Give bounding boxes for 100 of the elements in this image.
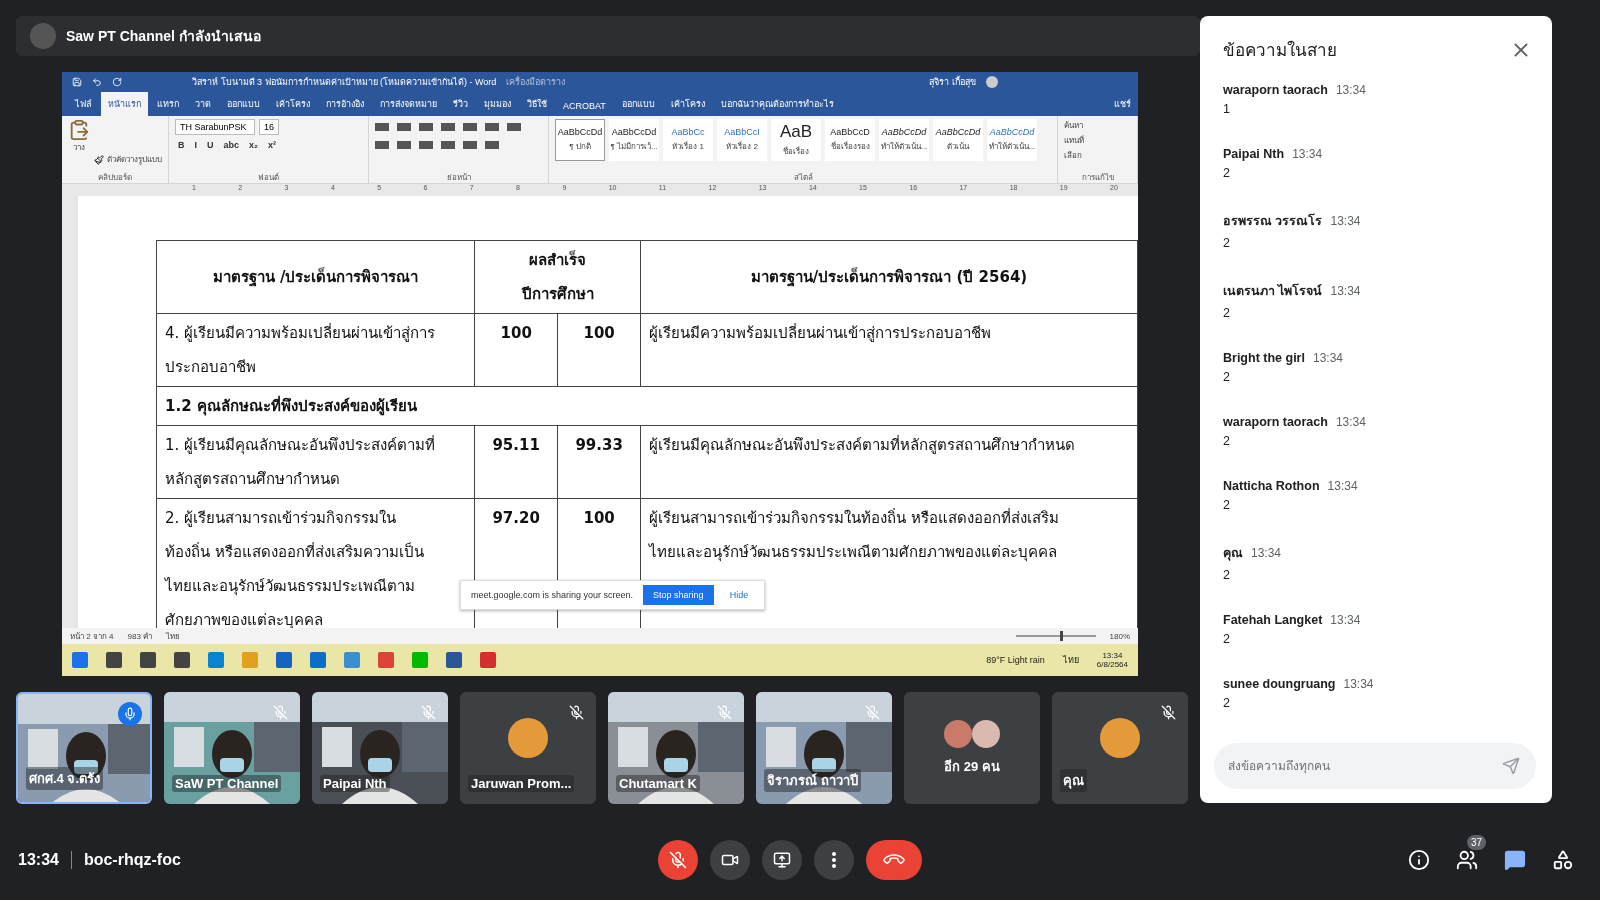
redo-icon[interactable] <box>112 77 122 87</box>
chat-title: ข้อความในสาย <box>1223 39 1337 62</box>
ribbon-tab[interactable]: ACROBAT <box>556 96 613 116</box>
activities-icon[interactable] <box>1552 849 1574 871</box>
chat-icon[interactable] <box>1504 849 1526 871</box>
format-button[interactable]: x₂ <box>246 139 262 151</box>
message-time: 13:34 <box>1335 415 1366 429</box>
ribbon-tab[interactable]: ออกแบบ <box>614 92 662 116</box>
ribbon-tab[interactable]: รีวิว <box>446 92 475 116</box>
table-header: มาตรฐาน /ประเด็นการพิจารณา <box>156 240 475 314</box>
avatar-icon <box>986 76 998 88</box>
people-count: 37 <box>1466 835 1486 850</box>
editing-button[interactable]: เลือก <box>1064 149 1082 162</box>
participant-tile[interactable]: จิราภรณ์ ถาวาปี <box>756 692 892 804</box>
style-option[interactable]: AaBbCcDd ตัวเน้น <box>933 119 983 161</box>
avatar-icon <box>972 720 1000 748</box>
style-name: ¶ ปกติ <box>569 141 591 153</box>
ribbon-tab[interactable]: แทรก <box>150 92 186 116</box>
participant-tile[interactable]: ศกศ.4 จ.ตรัง <box>16 692 152 804</box>
meeting-code: boc-rhqz-foc <box>83 851 181 869</box>
word-count: 983 คำ <box>127 630 153 643</box>
ribbon-tab[interactable]: ออกแบบ <box>220 92 267 116</box>
style-sample: AaBbCcDd <box>935 127 981 137</box>
style-option[interactable]: AaB ชื่อเรื่อง <box>771 119 821 161</box>
style-option[interactable]: AaBbCcI หัวเรื่อง 2 <box>717 119 767 161</box>
ribbon-tab[interactable]: หน้าแรก <box>101 92 148 116</box>
format-button[interactable]: x² <box>265 139 280 151</box>
editing-button[interactable]: แทนที่ <box>1064 134 1084 147</box>
ribbon-tab[interactable]: วาด <box>188 92 218 116</box>
participant-tile[interactable]: SaW PT Channel <box>164 692 300 804</box>
participant-name: Paipai Nth <box>320 775 390 792</box>
message-time: 13:34 <box>1312 351 1343 365</box>
send-icon[interactable] <box>1502 757 1520 775</box>
group-label: คลิปบอร์ด <box>97 172 133 183</box>
message-time: 13:34 <box>1330 613 1361 627</box>
message-field[interactable]: ส่งข้อความถึงทุกคน <box>1214 743 1536 789</box>
mic-button[interactable] <box>658 840 698 880</box>
ribbon-tab[interactable]: ไฟล์ <box>68 92 99 116</box>
sender-name: waraporn taorach <box>1223 83 1328 97</box>
language-indicator: ไทย <box>1062 654 1079 667</box>
ribbon-tab[interactable]: เค้าโครง <box>269 92 317 116</box>
style-sample: AaBbCcDd <box>557 127 603 137</box>
style-option[interactable]: AaBbCc หัวเรื่อง 1 <box>663 119 713 161</box>
tell-me-field[interactable]: บอกฉันว่าคุณต้องการทำอะไร <box>713 92 841 116</box>
format-button[interactable]: I <box>191 139 200 151</box>
ribbon-tab[interactable]: การอ้างอิง <box>319 92 371 116</box>
style-option[interactable]: AaBbCcDd ทำให้ตัวเน้น... <box>879 119 929 161</box>
ribbon-tab[interactable]: การส่งจดหมาย <box>373 92 444 116</box>
style-option[interactable]: AaBbCcDd ¶ ไม่มีการเว้... <box>609 119 659 161</box>
style-option[interactable]: AaBbCcDd ¶ ปกติ <box>555 119 605 161</box>
participant-tile[interactable]: Jaruwan Prom... <box>460 692 596 804</box>
participant-name: Jaruwan Prom... <box>468 775 575 792</box>
more-button[interactable] <box>814 840 854 880</box>
message-text: 2 <box>1223 434 1231 448</box>
message-text: 2 <box>1223 236 1231 250</box>
window-title: วิสราห์ โบนามดี 3 ฟอนัมการกำหนดค่าเป้าหมาย (โหมดความเข้ากันได้) - Word <box>192 76 497 89</box>
paste-label: วาง <box>73 142 85 154</box>
paste-icon[interactable] <box>68 119 90 141</box>
editing-button[interactable]: ค้นหา <box>1064 119 1083 132</box>
brush-icon[interactable] <box>94 154 104 165</box>
camera-button[interactable] <box>710 840 750 880</box>
format-button[interactable]: abc <box>220 139 243 151</box>
participant-name: Chutamart K <box>616 775 700 792</box>
save-icon[interactable] <box>72 77 82 87</box>
participant-tile[interactable]: คุณ <box>1052 692 1188 804</box>
group-label: ย่อหน้า <box>445 172 472 183</box>
present-button[interactable] <box>762 840 802 880</box>
format-painter-button[interactable]: ตัวคัดวางรูปแบบ <box>107 153 162 166</box>
group-label: สไตล์ <box>792 172 814 183</box>
font-size-field[interactable]: 16 <box>259 119 279 135</box>
stop-sharing-button[interactable]: Stop sharing <box>643 585 714 605</box>
message-time: 13:34 <box>1327 479 1358 493</box>
format-button[interactable]: B <box>175 139 188 151</box>
avatar-icon <box>944 720 972 748</box>
ribbon-tab[interactable]: เค้าโครง <box>663 92 712 116</box>
info-icon[interactable] <box>1408 849 1430 871</box>
table-cell: ผู้เรียนมีความพร้อมเปลี่ยนผ่านเข้าสู่การประกอบอาชีพ <box>640 313 1138 387</box>
style-name: หัวเรื่อง 1 <box>672 140 704 153</box>
participant-tile[interactable]: Paipai Nth <box>312 692 448 804</box>
style-name: ตัวเน้น <box>947 141 969 153</box>
share-button[interactable]: แชร์ <box>1107 92 1138 116</box>
message-time: 13:34 <box>1330 284 1361 298</box>
participant-tile[interactable]: Chutamart K <box>608 692 744 804</box>
people-icon[interactable] <box>1456 849 1478 871</box>
ribbon-tab[interactable]: วิธีใช้ <box>520 92 554 116</box>
style-option[interactable]: AaBbCcDd ทำให้ตัวเน้น... <box>987 119 1037 161</box>
sender-name: คุณ <box>1223 545 1243 563</box>
zoom-level: 180% <box>1109 631 1130 641</box>
message-text: 2 <box>1223 370 1231 384</box>
participant-tile[interactable]: อีก 29 คน <box>904 692 1040 804</box>
ribbon-tab[interactable]: มุมมอง <box>477 92 518 116</box>
style-option[interactable]: AaBbCcD ชื่อเรื่องรอง <box>825 119 875 161</box>
undo-icon[interactable] <box>92 77 102 87</box>
table-cell: 99.33 <box>557 425 641 499</box>
hide-button[interactable]: Hide <box>723 589 755 601</box>
message-time: 13:34 <box>1292 147 1323 161</box>
font-name-field[interactable]: TH SarabunPSK <box>175 119 255 135</box>
leave-call-button[interactable] <box>866 840 922 880</box>
style-name: หัวเรื่อง 2 <box>726 140 758 153</box>
format-button[interactable]: U <box>204 139 217 151</box>
